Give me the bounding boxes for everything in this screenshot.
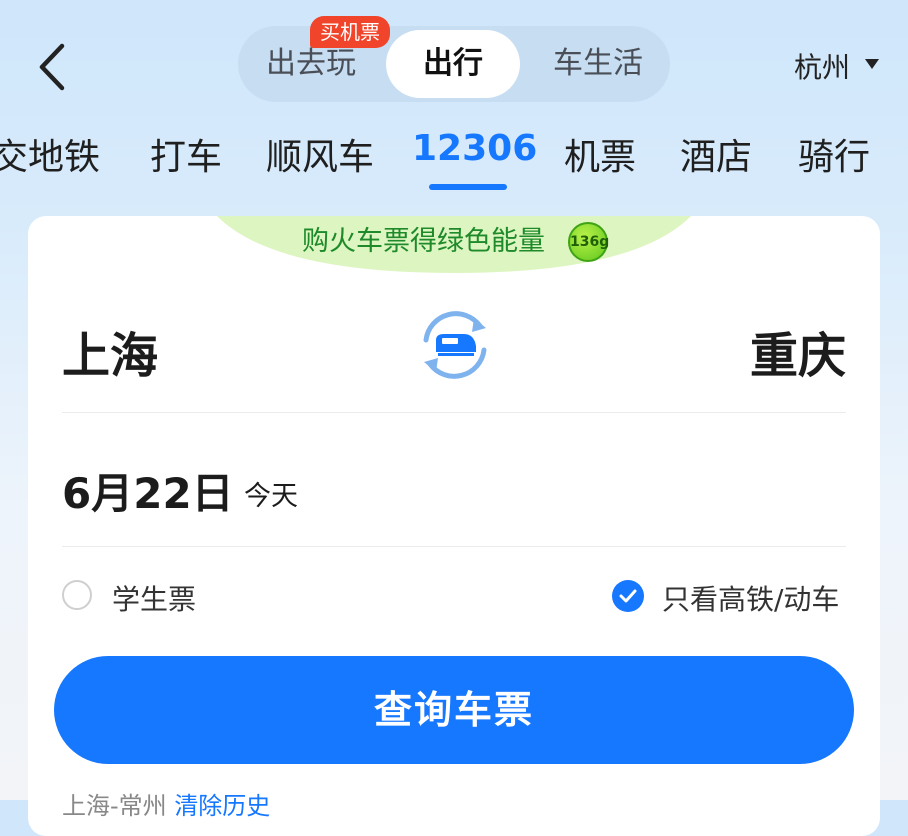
green-energy-badge: 136g bbox=[568, 222, 609, 262]
tab-taxi[interactable]: 打车 bbox=[150, 128, 222, 180]
segment-travel[interactable]: 出行 bbox=[386, 30, 520, 98]
departure-station[interactable]: 上海 bbox=[62, 316, 158, 386]
arrival-station[interactable]: 重庆 bbox=[750, 316, 846, 386]
tab-metro[interactable]: 交地铁 bbox=[0, 128, 100, 180]
search-history: 上海-常州 清除历史 bbox=[62, 786, 270, 821]
high-speed-only-label[interactable]: 只看高铁/动车 bbox=[662, 578, 839, 618]
active-tab-indicator bbox=[429, 184, 507, 190]
swap-stations-button[interactable] bbox=[416, 306, 494, 384]
segment-car-life[interactable]: 车生活 bbox=[528, 26, 668, 102]
clear-history-link[interactable]: 清除历史 bbox=[174, 792, 270, 820]
divider bbox=[62, 546, 846, 547]
tab-flight[interactable]: 机票 bbox=[564, 128, 636, 180]
tab-12306[interactable]: 12306 bbox=[412, 128, 537, 169]
back-button[interactable] bbox=[30, 38, 76, 96]
tab-cycling[interactable]: 骑行 bbox=[798, 128, 870, 180]
date-relative-label: 今天 bbox=[244, 481, 298, 512]
caret-down-icon bbox=[865, 59, 879, 69]
departure-date[interactable]: 6月22日 bbox=[62, 460, 234, 521]
train-swap-icon bbox=[423, 311, 487, 379]
ticket-search-card: 购火车票得绿色能量 136g 上海 重庆 6月22日 今天 学生票 只看高铁/动… bbox=[28, 216, 880, 836]
high-speed-only-checkbox[interactable] bbox=[612, 580, 644, 612]
city-selector[interactable]: 杭州 bbox=[794, 46, 850, 86]
tab-carpool[interactable]: 顺风车 bbox=[266, 128, 374, 180]
tab-hotel[interactable]: 酒店 bbox=[680, 128, 752, 180]
history-item[interactable]: 上海-常州 bbox=[62, 792, 167, 820]
student-ticket-label[interactable]: 学生票 bbox=[112, 578, 196, 618]
search-tickets-button[interactable]: 查询车票 bbox=[54, 656, 854, 764]
divider bbox=[62, 412, 846, 413]
promo-text[interactable]: 购火车票得绿色能量 bbox=[302, 222, 545, 262]
service-tab-bar: 交地铁 打车 顺风车 12306 机票 酒店 骑行 bbox=[0, 128, 908, 192]
category-segmented-control: 出去玩 出行 车生活 bbox=[238, 26, 670, 102]
buy-flight-badge: 买机票 bbox=[310, 16, 390, 48]
checkmark-icon bbox=[619, 589, 637, 603]
back-arrow-icon bbox=[39, 43, 65, 91]
student-ticket-checkbox[interactable] bbox=[62, 580, 92, 610]
